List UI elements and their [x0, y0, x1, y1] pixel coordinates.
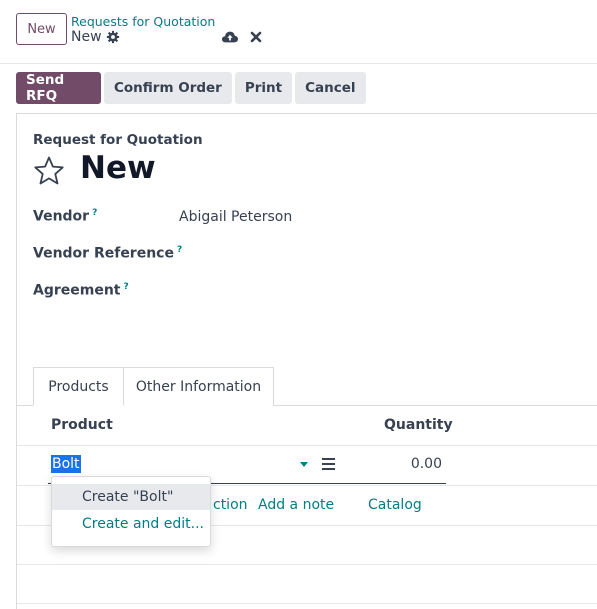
cancel-button[interactable]: Cancel — [295, 72, 366, 104]
autocomplete-dropdown: Create "Bolt" Create and edit... — [51, 476, 211, 547]
action-buttons: Send RFQ Confirm Order Print Cancel — [16, 72, 366, 104]
tab-products[interactable]: Products — [33, 367, 124, 406]
breadcrumb-requests-for-quotation[interactable]: Requests for Quotation — [71, 14, 215, 29]
column-header-product[interactable]: Product — [51, 417, 113, 433]
close-icon[interactable] — [249, 30, 263, 44]
table-row-divider — [17, 603, 597, 604]
drag-handle-icon[interactable] — [322, 458, 335, 470]
vendor-reference-label: Vendor Reference? — [33, 245, 182, 262]
help-tooltip-icon[interactable]: ? — [92, 208, 97, 218]
send-rfq-button[interactable]: Send RFQ — [16, 72, 101, 104]
control-panel: New Requests for Quotation New — [0, 0, 597, 64]
new-button[interactable]: New — [16, 13, 67, 45]
vendor-label: Vendor? — [33, 208, 97, 225]
table-header-divider — [17, 445, 597, 446]
cloud-upload-icon[interactable] — [222, 30, 238, 44]
catalog-link[interactable]: Catalog — [368, 497, 422, 513]
tab-other-information[interactable]: Other Information — [123, 367, 274, 406]
product-input[interactable]: Bolt — [51, 455, 81, 473]
star-icon[interactable] — [33, 155, 65, 187]
create-option[interactable]: Create "Bolt" — [52, 484, 210, 510]
add-section-link[interactable]: ction — [213, 497, 248, 513]
confirm-order-button[interactable]: Confirm Order — [104, 72, 232, 104]
agreement-label: Agreement? — [33, 282, 129, 299]
add-note-link[interactable]: Add a note — [258, 497, 334, 513]
gear-icon[interactable] — [106, 30, 120, 44]
help-tooltip-icon[interactable]: ? — [177, 245, 182, 255]
column-header-quantity[interactable]: Quantity — [384, 417, 453, 433]
agreement-label-text: Agreement — [33, 282, 121, 299]
document-type-label: Request for Quotation — [33, 132, 203, 148]
document-title: New — [80, 150, 156, 186]
vendor-label-text: Vendor — [33, 208, 90, 225]
create-and-edit-option[interactable]: Create and edit... — [52, 511, 210, 537]
breadcrumb-current-record: New — [71, 29, 102, 45]
vendor-reference-label-text: Vendor Reference — [33, 245, 174, 262]
quantity-field[interactable]: 0.00 — [400, 456, 442, 472]
print-button[interactable]: Print — [234, 72, 293, 104]
help-tooltip-icon[interactable]: ? — [124, 282, 129, 292]
table-row-divider — [17, 564, 597, 565]
caret-down-icon[interactable] — [300, 462, 308, 467]
vendor-field[interactable]: Abigail Peterson — [179, 209, 292, 225]
